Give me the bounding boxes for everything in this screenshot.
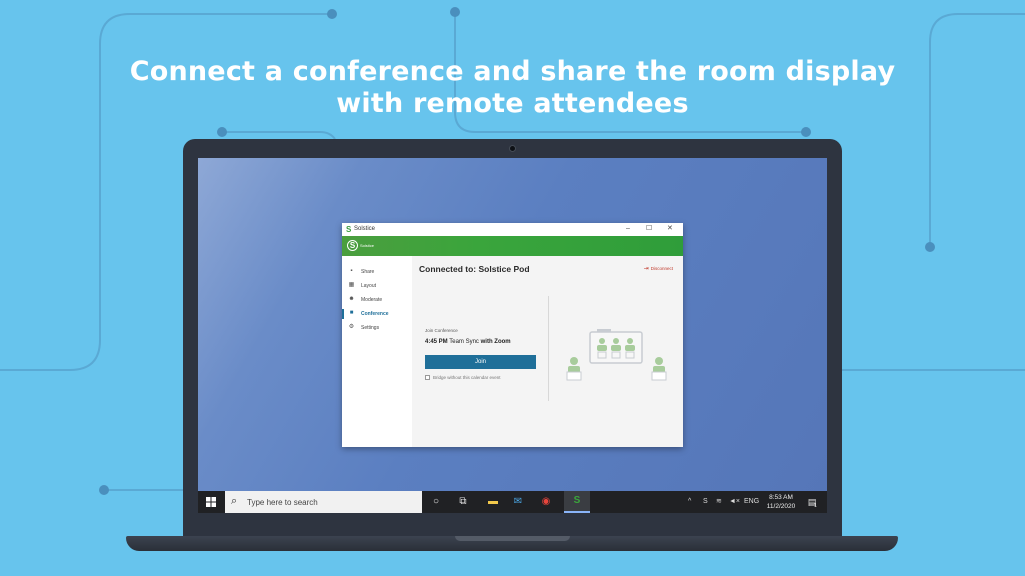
minimize-button[interactable]: –	[626, 225, 630, 233]
conference-panel: Connected to: Solstice Pod ⇥ Disconnect J…	[412, 256, 683, 447]
sidebar-item-label: Settings	[361, 325, 380, 331]
meeting-with: with	[480, 339, 493, 345]
panel-divider	[548, 296, 549, 401]
sidebar-item-share[interactable]: ▪ Share	[342, 266, 412, 278]
share-icon: ▪	[350, 268, 353, 274]
brand-label: Solstice	[360, 243, 375, 248]
bridge-checkbox[interactable]	[425, 375, 430, 380]
window-titlebar[interactable]: S Solstice – ☐ ✕	[342, 223, 683, 236]
maximize-button[interactable]: ☐	[646, 225, 652, 233]
sidebar-item-label: Moderate	[361, 297, 383, 303]
taskbar-clock[interactable]: 8:53 AM 11/2/2020	[762, 493, 800, 511]
sidebar-item-label: Share	[361, 269, 375, 275]
bridge-checkbox-row[interactable]: Bridge without this calendar event	[425, 375, 501, 381]
search-placeholder: Type here to search	[247, 498, 318, 507]
meeting-info: 4:45 PM Team Sync with Zoom	[425, 338, 511, 346]
clock-date: 11/2/2020	[766, 503, 796, 510]
webcam-icon	[509, 145, 516, 152]
sidebar-item-label: Conference	[361, 311, 389, 317]
windows-taskbar: ⌕ Type here to search ○ ⧉ ▬ ✉ ◉ S ^ S ≋ …	[198, 491, 827, 513]
volume-icon[interactable]: ◄×	[729, 497, 740, 506]
solstice-logo-icon: S	[346, 225, 352, 234]
chevron-up-icon[interactable]: ^	[688, 497, 691, 506]
solstice-taskbar-icon: S	[573, 495, 581, 506]
disconnect-link[interactable]: ⇥ Disconnect	[644, 266, 673, 272]
disconnect-label: Disconnect	[650, 266, 673, 271]
sidebar-item-settings[interactable]: ⚙ Settings	[342, 322, 412, 334]
sidebar-item-conference[interactable]: ■ Conference	[342, 308, 412, 320]
join-button[interactable]: Join	[425, 355, 536, 369]
solstice-brand-icon: S	[347, 240, 358, 251]
brand-header: S Solstice	[342, 236, 683, 256]
bridge-checkbox-label: Bridge without this calendar event	[433, 375, 501, 380]
sidebar-item-layout[interactable]: ▦ Layout	[342, 280, 412, 292]
sidebar-nav: ▪ Share ▦ Layout ☻ Moderate ■ Conference…	[342, 256, 412, 447]
meeting-platform: Zoom	[494, 339, 511, 345]
clock-time: 8:53 AM	[769, 494, 793, 501]
video-icon: ■	[349, 310, 354, 316]
file-explorer-icon[interactable]: ▬	[486, 495, 500, 509]
people-icon: ☻	[348, 296, 355, 302]
chrome-icon[interactable]: ◉	[539, 495, 553, 509]
solstice-taskbar-button[interactable]: S	[564, 491, 590, 513]
layout-icon: ▦	[348, 282, 355, 288]
taskbar-search-box[interactable]: ⌕ Type here to search	[225, 491, 422, 513]
close-button[interactable]: ✕	[667, 225, 673, 233]
meeting-name: Team Sync	[449, 339, 479, 345]
solstice-app-window: S Solstice – ☐ ✕ S Solstice ▪ Share ▦ La…	[342, 223, 683, 447]
gear-icon: ⚙	[348, 324, 355, 330]
windows-start-icon[interactable]	[204, 495, 218, 509]
solstice-tray-icon[interactable]: S	[703, 497, 708, 506]
laptop-screen: S Solstice – ☐ ✕ S Solstice ▪ Share ▦ La…	[198, 158, 827, 513]
notification-count: 1	[814, 503, 817, 509]
join-conference-label: Join Conference	[425, 328, 458, 333]
task-view-icon[interactable]: ⧉	[456, 495, 470, 509]
conference-illustration	[566, 329, 667, 381]
sidebar-item-label: Layout	[361, 283, 377, 289]
laptop-notch	[455, 536, 570, 541]
cortana-icon[interactable]: ○	[429, 495, 443, 509]
mail-icon[interactable]: ✉	[511, 495, 525, 509]
headline-line-2: with remote attendees	[336, 88, 689, 119]
page-title: Connected to: Solstice Pod	[419, 264, 530, 274]
search-icon: ⌕	[231, 495, 238, 507]
logout-icon: ⇥	[643, 266, 649, 272]
input-language[interactable]: ENG	[744, 497, 759, 506]
headline-line-1: Connect a conference and share the room …	[129, 56, 896, 87]
meeting-time: 4:45 PM	[425, 339, 448, 345]
sidebar-item-moderate[interactable]: ☻ Moderate	[342, 294, 412, 306]
window-title: Solstice	[354, 226, 376, 232]
wifi-icon[interactable]: ≋	[716, 497, 722, 506]
